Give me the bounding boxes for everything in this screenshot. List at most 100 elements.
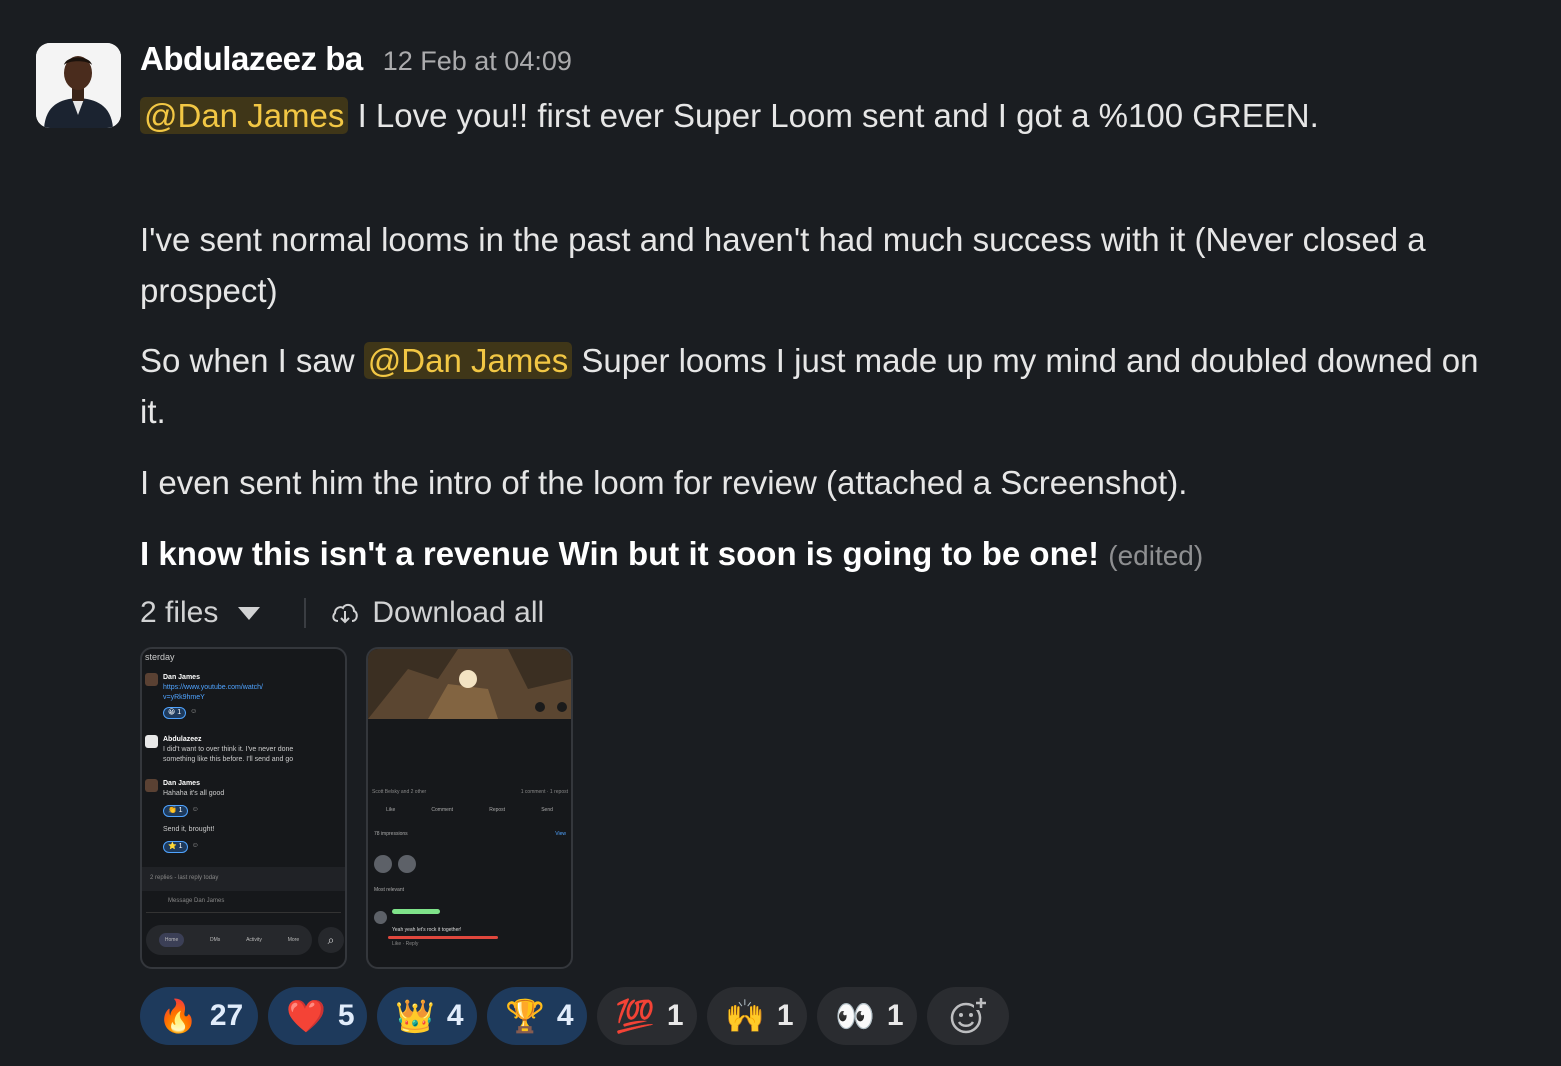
thumb-impressions: 78 impressions: [374, 831, 408, 837]
avatar: [145, 779, 158, 792]
heart-icon: ❤️: [286, 998, 326, 1034]
reaction-fire[interactable]: 🔥 27: [140, 987, 258, 1045]
thumb-message: Abdulazeez I did't want to over think it…: [145, 735, 343, 779]
message-header: Abdulazeez ba 12 Feb at 04:09: [140, 40, 1540, 84]
reaction-count: 27: [209, 999, 244, 1032]
reaction-eyes[interactable]: 👀 1: [817, 987, 917, 1045]
message-text: prospect): [140, 272, 278, 309]
thumb-sender: Abdulazeez: [163, 736, 202, 743]
thumb-composer: Message Dan James: [146, 895, 341, 913]
thumb-reaction-emoji: 👏: [168, 807, 179, 814]
files-bar: 2 files Download all: [140, 590, 544, 636]
thumb-nav-activity: Activity: [246, 937, 262, 943]
reaction-count: 4: [446, 999, 464, 1032]
edited-label: (edited): [1108, 540, 1204, 571]
thumb-action-repost: Repost: [489, 807, 506, 813]
message-text: I've sent normal looms in the past and h…: [140, 221, 1426, 258]
thumb-comment-actions: Like · Reply: [392, 941, 419, 947]
reaction-count: 5: [337, 999, 355, 1032]
reaction-raised-hands[interactable]: 🙌 1: [707, 987, 807, 1045]
reaction-heart[interactable]: ❤️ 5: [268, 987, 367, 1045]
hundred-icon: 💯: [615, 998, 655, 1034]
reactions-bar: 🔥 27 ❤️ 5 👑 4 🏆 4 💯 1 🙌 1 👀 1: [140, 987, 1009, 1045]
thumb-day-label: sterday: [145, 652, 175, 662]
thumb-reaction-emoji: ⭐: [168, 843, 179, 850]
search-icon: ⌕: [318, 927, 344, 953]
thumb-video-frame: [368, 649, 571, 719]
file-thumbnail-1[interactable]: sterday Dan James https://www.youtube.co…: [140, 647, 347, 969]
reaction-count: 1: [776, 999, 794, 1032]
avatar: [398, 855, 416, 873]
download-all-label: Download all: [372, 596, 545, 629]
message-paragraph-5: I know this isn't a revenue Win but it s…: [140, 528, 1540, 581]
thumb-text: something like this before. I'll send an…: [163, 756, 294, 763]
thumb-stats-row: Scott Belsky and 2 other 1 comment · 1 r…: [372, 789, 568, 795]
reaction-crown[interactable]: 👑 4: [377, 987, 477, 1045]
thumb-text: Hahaha it's all good: [163, 790, 225, 797]
message-paragraph-2: I've sent normal looms in the past and h…: [140, 214, 1540, 316]
thumb-text: I did't want to over think it. I've neve…: [163, 746, 294, 753]
message-text: So when I saw: [140, 342, 355, 379]
crown-icon: 👑: [395, 998, 435, 1034]
reaction-custom-trophy[interactable]: 🏆 4: [487, 987, 587, 1045]
thumb-action-comment: Comment: [431, 807, 454, 813]
eyes-icon: 👀: [835, 998, 875, 1034]
user-mention[interactable]: @Dan James: [363, 342, 573, 379]
thumb-actions-row: Like Comment Repost Send: [368, 807, 571, 813]
message-paragraph-4: I even sent him the intro of the loom fo…: [140, 457, 1540, 508]
raised-hands-icon: 🙌: [725, 998, 765, 1034]
sender-name[interactable]: Abdulazeez ba: [140, 40, 363, 78]
avatar: [374, 855, 392, 873]
thumb-reaction-count: 1: [177, 709, 182, 716]
avatar[interactable]: [36, 43, 121, 128]
thumb-message-list: Dan James https://www.youtube.com/watch/…: [145, 673, 343, 867]
add-emoji-icon: [950, 996, 988, 1034]
message-line-1: @Dan James I Love you!! first ever Super…: [140, 90, 1540, 141]
reaction-hundred[interactable]: 💯 1: [597, 987, 697, 1045]
avatar: [145, 673, 158, 686]
thumb-reactor-avatars: [374, 855, 416, 873]
fire-icon: 🔥: [158, 998, 198, 1034]
thumb-reaction-emoji: 😀: [168, 709, 178, 716]
message-text: it.: [140, 393, 166, 430]
divider: [304, 598, 307, 628]
reaction-count: 1: [886, 999, 904, 1032]
thumb-reaction-count: 1: [178, 807, 183, 814]
thumb-message: Dan James https://www.youtube.com/watch/…: [145, 673, 343, 735]
thumb-action-like: Like: [386, 807, 396, 813]
reaction-count: 4: [556, 999, 574, 1032]
thumb-nav-more: More: [287, 937, 300, 943]
user-mention[interactable]: @Dan James: [140, 97, 349, 134]
message-bold-text: I know this isn't a revenue Win but it s…: [140, 535, 1100, 572]
thumb-link: https://www.youtube.com/watch/: [163, 684, 263, 691]
custom-trophy-icon: 🏆: [505, 998, 545, 1034]
file-thumbnail-2[interactable]: Scott Belsky and 2 other 1 comment · 1 r…: [366, 647, 573, 969]
message-timestamp[interactable]: 12 Feb at 04:09: [383, 46, 572, 77]
avatar-portrait: [36, 43, 121, 128]
files-count: 2 files: [140, 596, 219, 629]
add-reaction-icon: ☺: [191, 842, 199, 849]
message: Abdulazeez ba 12 Feb at 04:09 @Dan James…: [140, 40, 1540, 581]
thumb-message: Dan James Hahaha it's all good 👏 1 ☺ Sen…: [145, 779, 343, 867]
thumb-sender: Dan James: [163, 674, 200, 681]
thumb-nav-home: Home: [158, 933, 185, 947]
message-paragraph-3: So when I saw @Dan James Super looms I j…: [140, 335, 1540, 437]
thumb-stats-right: 1 comment · 1 repost: [520, 789, 568, 795]
reaction-count: 1: [666, 999, 684, 1032]
cloud-download-icon: [332, 603, 359, 624]
thumb-view-link: View: [555, 831, 566, 837]
message-text: I Love you!! first ever Super Loom sent …: [357, 97, 1319, 134]
message-text: Super looms I just made up my mind and d…: [581, 342, 1479, 379]
thumb-text: Send it, brought!: [163, 826, 215, 833]
thumb-reaction: 😀 1: [163, 707, 187, 719]
thumb-link: v=yRk9hmeY: [163, 694, 205, 701]
thumb-comment-text: Yeah yeah let's rock it together!: [392, 927, 462, 933]
avatar: [145, 735, 158, 748]
thumb-reaction: 👏 1: [163, 805, 188, 817]
add-reaction-button[interactable]: [927, 987, 1009, 1045]
add-reaction-icon: ☺: [190, 708, 198, 715]
caret-down-icon: [238, 606, 261, 620]
files-toggle[interactable]: 2 files: [140, 596, 261, 630]
thumb-reaction: ⭐ 1: [163, 841, 188, 853]
download-all-button[interactable]: Download all: [330, 596, 544, 630]
